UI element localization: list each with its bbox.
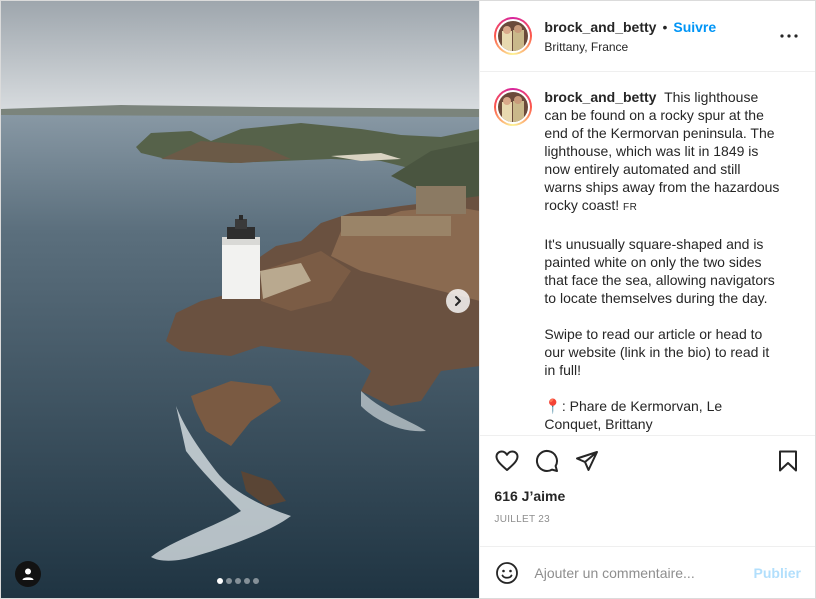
flag-emoji: FR xyxy=(623,202,638,213)
caption-paragraph: It's unusually square-shaped and is pain… xyxy=(544,236,775,306)
caption-paragraph: Swipe to read our article or head to our… xyxy=(544,326,770,378)
carousel-dot xyxy=(253,578,259,584)
comment-bubble-icon xyxy=(536,449,559,472)
smiley-icon xyxy=(496,561,519,584)
likes-count[interactable]: 616 J’aime xyxy=(494,488,801,504)
paper-plane-icon xyxy=(576,451,599,471)
publish-button[interactable]: Publier xyxy=(754,565,801,581)
post-date[interactable]: JUILLET 23 xyxy=(494,514,801,525)
emoji-button[interactable] xyxy=(494,560,520,586)
post-image[interactable] xyxy=(1,1,480,598)
caption-username-link[interactable]: brock_and_betty xyxy=(544,89,656,105)
bookmark-icon xyxy=(779,450,797,472)
username-link[interactable]: brock_and_betty xyxy=(544,19,656,35)
carousel-indicator xyxy=(217,578,259,584)
instagram-post: brock_and_betty • Suivre Brittany, Franc… xyxy=(0,0,816,599)
next-image-button[interactable] xyxy=(446,289,470,313)
carousel-dot xyxy=(244,578,250,584)
post-side-panel: brock_and_betty • Suivre Brittany, Franc… xyxy=(479,1,815,598)
caption-text: brock_and_betty This lighthouse can be f… xyxy=(544,88,779,435)
chevron-right-icon xyxy=(455,296,461,306)
person-icon xyxy=(22,568,34,580)
heart-icon xyxy=(495,450,519,471)
avatar[interactable] xyxy=(494,17,533,55)
carousel-dot xyxy=(235,578,241,584)
follow-button[interactable]: Suivre xyxy=(673,19,716,35)
more-options-button[interactable] xyxy=(777,24,801,48)
post-header: brock_and_betty • Suivre Brittany, Franc… xyxy=(480,1,815,72)
tagged-users-button[interactable] xyxy=(15,561,41,587)
like-button[interactable] xyxy=(494,448,520,474)
caption-avatar[interactable] xyxy=(494,88,533,126)
comment-bar: Publier xyxy=(480,546,815,598)
comment-button[interactable] xyxy=(534,448,560,474)
lighthouse-photo xyxy=(1,1,480,598)
profile-photo xyxy=(498,92,529,122)
save-button[interactable] xyxy=(775,448,801,474)
profile-photo xyxy=(498,21,529,51)
more-horizontal-icon xyxy=(780,34,798,38)
caption-paragraph: 📍: Phare de Kermorvan, Le Conquet, Britt… xyxy=(544,398,723,432)
location-link[interactable]: Brittany, France xyxy=(544,40,777,54)
share-button[interactable] xyxy=(574,448,600,474)
caption-section: brock_and_betty This lighthouse can be f… xyxy=(480,72,815,435)
carousel-dot xyxy=(226,578,232,584)
action-bar: 616 J’aime JUILLET 23 xyxy=(480,435,815,546)
separator-dot: • xyxy=(662,18,668,35)
carousel-dot xyxy=(217,578,223,584)
comment-input[interactable] xyxy=(532,563,754,582)
caption-paragraph: This lighthouse can be found on a rocky … xyxy=(544,89,780,213)
